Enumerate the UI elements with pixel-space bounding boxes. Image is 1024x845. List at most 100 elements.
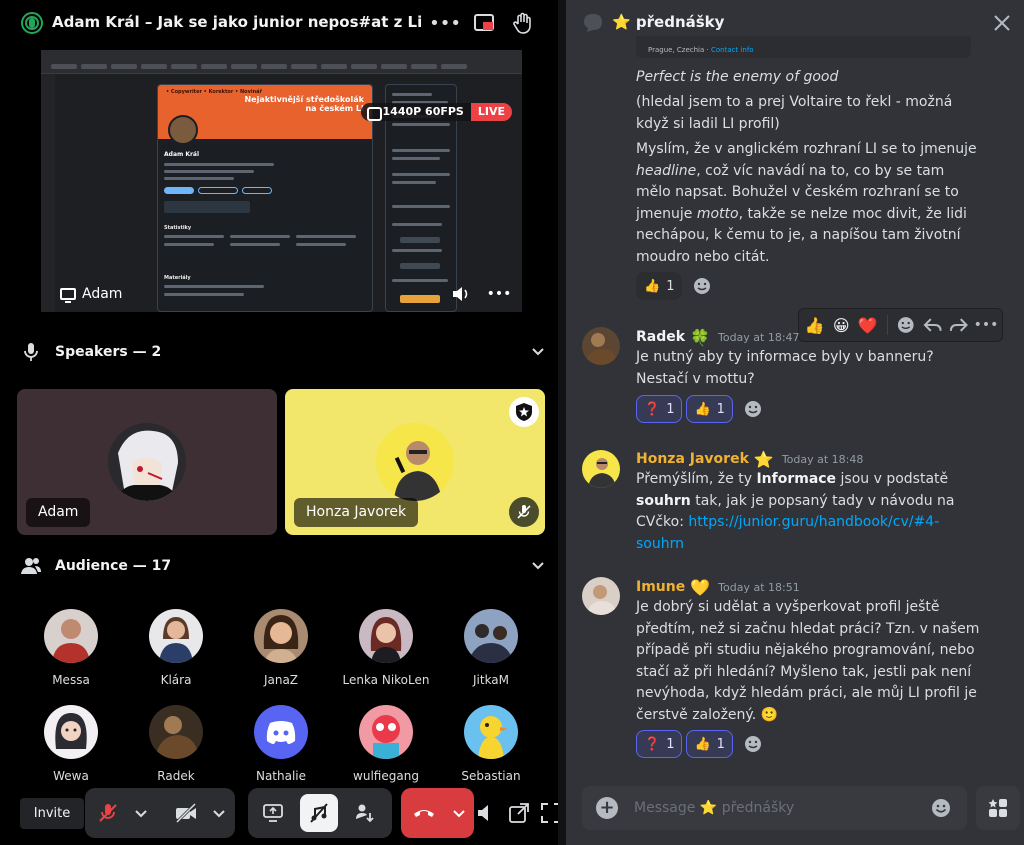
add-reaction-icon[interactable]	[894, 313, 918, 337]
embed-contact-link[interactable]: Contact info	[711, 46, 754, 54]
message-content: (hledal jsem to a prej Voltaire to řekl …	[636, 94, 953, 132]
audience-member[interactable]: JanaZ	[227, 609, 335, 687]
forward-icon[interactable]	[947, 313, 971, 337]
message-timestamp: Today at 18:48	[781, 452, 864, 466]
audience-member[interactable]: Nathalie	[227, 705, 335, 783]
headphones-off-icon	[310, 803, 328, 823]
message-header: Honza Javorek ⭐ Today at 18:48	[636, 449, 863, 469]
shared-sidebar	[41, 74, 55, 312]
thread-icon	[584, 14, 602, 32]
message-timestamp: Today at 18:47	[717, 330, 800, 344]
raise-hand-icon[interactable]	[511, 10, 537, 36]
audience-member[interactable]: wulfiegang	[332, 705, 440, 783]
microphone-icon	[24, 343, 38, 361]
popout-window-icon[interactable]	[508, 802, 530, 824]
app-window: Adam Král – Jak se jako junior nepos#at …	[0, 0, 1024, 845]
panel-divider[interactable]	[558, 0, 566, 845]
speaker-volume-icon[interactable]	[476, 802, 498, 824]
avatar[interactable]	[582, 450, 620, 488]
question-mark-icon: ❓	[644, 736, 661, 752]
star-badge-icon: ⭐	[753, 449, 774, 469]
add-reaction-icon[interactable]	[741, 732, 765, 756]
author-name[interactable]: Honza Javorek	[636, 451, 749, 467]
invite-button[interactable]: Invite	[20, 798, 84, 829]
audience-member[interactable]: Radek	[122, 705, 230, 783]
audience-member[interactable]: Messa	[17, 609, 125, 687]
attach-plus-icon[interactable]: +	[596, 797, 618, 819]
add-reaction-icon[interactable]	[690, 274, 714, 298]
audience-member[interactable]: Wewa	[17, 705, 125, 783]
people-down-icon	[356, 804, 374, 823]
message-quote: Perfect is the enemy of good	[636, 69, 839, 85]
linkedin-profile-card: • Copywriter • Korektor • Novinář Nejakt…	[157, 84, 373, 312]
avatar[interactable]	[582, 327, 620, 365]
link-embed-footer: Prague, Czechia · Contact info	[636, 36, 971, 58]
emoji-picker-icon[interactable]	[929, 796, 953, 820]
avatar	[359, 705, 413, 759]
avatar	[464, 705, 518, 759]
reaction-question[interactable]: ❓ 1	[636, 730, 683, 758]
chevron-down-icon[interactable]	[207, 794, 231, 832]
embed-location: Prague, Czechia	[648, 46, 705, 54]
role-badge-icon: 🍀	[690, 327, 710, 347]
reaction-thumbs-up[interactable]: 👍 1	[686, 395, 733, 423]
stream-owner-name: Adam	[82, 286, 123, 302]
audience-name: JitkaM	[472, 673, 510, 687]
more-options-icon[interactable]: •••	[429, 10, 461, 36]
audience-member[interactable]: JitkaM	[437, 609, 545, 687]
audience-name: Radek	[157, 769, 195, 783]
chevron-down-icon[interactable]	[129, 794, 153, 832]
muted-mic-icon	[509, 497, 539, 527]
audience-header[interactable]: Audience — 17	[20, 554, 545, 578]
share-screen-button[interactable]	[254, 794, 292, 832]
close-icon[interactable]	[990, 11, 1014, 35]
popout-icon[interactable]	[472, 10, 498, 36]
add-reaction-icon[interactable]	[741, 397, 765, 421]
camera-button[interactable]	[167, 794, 205, 832]
stream-volume-icon[interactable]	[450, 284, 472, 304]
chevron-down-icon[interactable]	[531, 559, 545, 573]
author-name[interactable]: Radek	[636, 329, 685, 345]
reaction-count: 1	[666, 736, 675, 752]
quick-react-thumbs-up[interactable]: 👍	[803, 313, 827, 337]
author-name[interactable]: Imune	[636, 579, 685, 595]
more-icon[interactable]: •••	[974, 313, 999, 337]
quick-react-grin[interactable]: 😀	[830, 313, 854, 337]
audience-member[interactable]: Klára	[122, 609, 230, 687]
avatar	[108, 423, 186, 501]
chevron-down-icon[interactable]	[447, 794, 471, 832]
speaker-card-adam[interactable]: Adam	[17, 389, 277, 535]
apps-grid-icon	[988, 799, 1007, 817]
chevron-down-icon[interactable]	[531, 345, 545, 359]
reply-icon[interactable]	[921, 313, 945, 337]
reaction-thumbs-up[interactable]: 👍 1	[686, 730, 733, 758]
deafen-button[interactable]	[300, 794, 338, 832]
audience-member[interactable]: Sebastian	[437, 705, 545, 783]
mute-mic-button[interactable]	[89, 794, 127, 832]
stream-more-icon[interactable]: •••	[487, 284, 512, 304]
apps-button[interactable]	[976, 786, 1020, 830]
question-mark-icon: ❓	[644, 401, 661, 417]
speaker-card-honza[interactable]: Honza Javorek	[285, 389, 545, 535]
speakers-header[interactable]: Speakers — 2	[20, 340, 545, 364]
message-composer: +	[582, 786, 967, 830]
phone-hangup-icon	[414, 810, 434, 817]
reaction-thumbs-up[interactable]: 👍 1	[636, 272, 683, 300]
screen-share-icon	[60, 288, 76, 303]
avatar[interactable]	[582, 577, 620, 615]
linkedin-avatar	[168, 115, 198, 145]
mic-camera-group	[85, 788, 235, 838]
reaction-question[interactable]: ❓ 1	[636, 395, 683, 423]
leave-call-button[interactable]	[405, 794, 443, 832]
quick-react-heart[interactable]: ❤️	[856, 313, 880, 337]
thumbs-up-icon: 👍	[644, 278, 661, 294]
message-input[interactable]	[634, 798, 914, 818]
reaction-bar: ❓ 1 👍 1	[636, 730, 765, 758]
speakers-title: Speakers — 2	[55, 344, 162, 360]
avatar	[149, 705, 203, 759]
move-to-audience-button[interactable]	[346, 794, 384, 832]
audience-member[interactable]: Lenka NikoLen	[332, 609, 440, 687]
screen-share-stream[interactable]: • Copywriter • Korektor • Novinář Nejakt…	[41, 50, 522, 312]
message-content: Perfect is the enemy of good	[636, 67, 981, 89]
fullscreen-icon[interactable]	[540, 802, 558, 824]
